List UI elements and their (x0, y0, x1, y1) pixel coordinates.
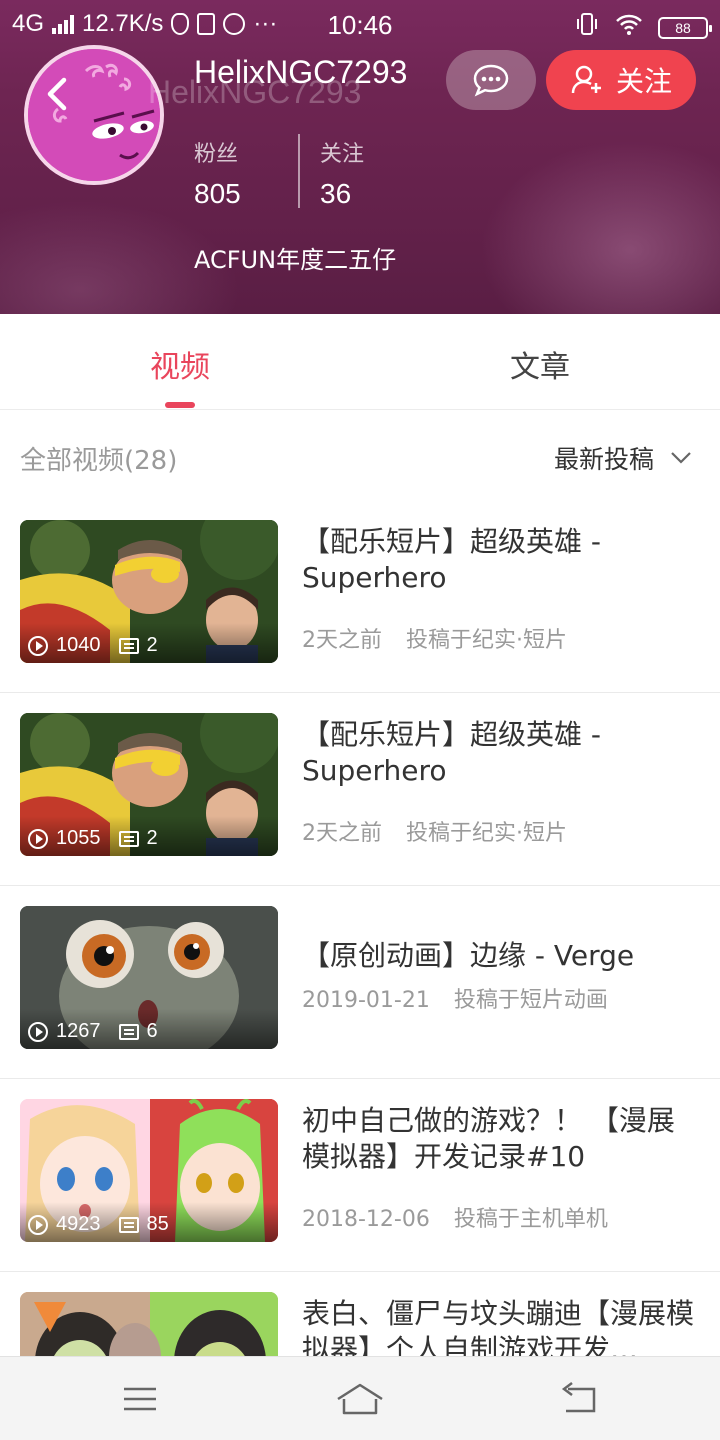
video-title[interactable]: 【原创动画】边缘 - Verge (302, 938, 702, 974)
video-time: 2天之前 (302, 821, 382, 846)
video-thumbnail[interactable]: 4923 85 (20, 1099, 278, 1242)
profile-header: 4G 12.7K/s ··· 10:46 88 HelixNGC7293 Hel… (0, 0, 720, 314)
video-item[interactable]: 1055 2 【配乐短片】超级英雄 - Superhero 2天之前 投稿于纪实·… (0, 693, 720, 886)
video-meta: 2天之前 投稿于纪实·短片 (302, 622, 567, 654)
tab-videos[interactable]: 视频 (0, 342, 360, 386)
video-thumbnail[interactable]: 1040 2 (20, 520, 278, 663)
status-right: 88 (574, 11, 712, 44)
video-time: 2天之前 (302, 628, 382, 653)
battery-indicator: 88 (658, 16, 712, 39)
tab-articles[interactable]: 文章 (360, 342, 720, 386)
add-user-icon (571, 65, 601, 94)
stat-divider (298, 134, 300, 208)
comment-count: 2 (146, 634, 158, 656)
comment-icon (118, 1023, 139, 1040)
play-icon (28, 1214, 48, 1235)
thumbnail-stats: 1040 2 (28, 634, 158, 657)
chevron-down-icon (671, 452, 691, 464)
play-count: 1267 (56, 1020, 101, 1042)
sort-label: 最新投稿 (553, 445, 654, 474)
video-title[interactable]: 初中自己做的游戏？！ 【漫展模拟器】开发记录#10 (302, 1103, 702, 1175)
back-arrow-icon (47, 77, 67, 111)
video-title[interactable]: 【配乐短片】超级英雄 - Superhero (302, 524, 702, 596)
message-button[interactable] (446, 50, 536, 110)
following-stat[interactable]: 关注 36 (320, 136, 364, 210)
thumbnail-stats: 4923 85 (28, 1213, 169, 1236)
nav-home-button[interactable] (330, 1379, 390, 1419)
fans-count: 805 (194, 178, 241, 209)
comment-icon (118, 830, 139, 847)
video-meta: 2019-01-21 投稿于短片动画 (302, 982, 608, 1014)
vibrate-icon (574, 11, 600, 44)
username: HelixNGC7293 (194, 54, 408, 90)
play-count: 1040 (56, 634, 101, 656)
follow-button[interactable]: 关注 (546, 50, 696, 110)
comment-count: 2 (146, 827, 158, 849)
nav-menu-button[interactable] (110, 1379, 170, 1419)
thumbnail-image (20, 1292, 278, 1356)
play-icon (28, 635, 48, 656)
video-count: 全部视频(28) (20, 446, 178, 476)
fans-label: 粉丝 (194, 142, 239, 167)
video-thumbnail[interactable] (20, 1292, 278, 1356)
video-category: 投稿于短片动画 (453, 988, 608, 1013)
video-item[interactable]: 表白、僵尸与坟头蹦迪【漫展模拟器】个人自制游戏开发… (0, 1272, 720, 1356)
video-list: 1040 2 【配乐短片】超级英雄 - Superhero 2天之前 投稿于纪实·… (0, 500, 720, 1356)
video-thumbnail[interactable]: 1055 2 (20, 713, 278, 856)
follow-button-label: 关注 (615, 65, 672, 98)
comment-icon (118, 1216, 139, 1233)
system-nav-bar (0, 1356, 720, 1440)
status-bar: 4G 12.7K/s ··· 10:46 88 (0, 0, 720, 50)
content-tabs: 视频 文章 (0, 314, 720, 410)
following-label: 关注 (320, 142, 365, 167)
video-time: 2019-01-21 (302, 988, 430, 1013)
video-title[interactable]: 表白、僵尸与坟头蹦迪【漫展模拟器】个人自制游戏开发… (302, 1296, 702, 1356)
return-icon (561, 1382, 596, 1413)
video-item[interactable]: 4923 85 初中自己做的游戏？！ 【漫展模拟器】开发记录#10 2018-1… (0, 1079, 720, 1272)
video-time: 2018-12-06 (302, 1207, 430, 1232)
back-button[interactable] (34, 66, 82, 122)
wifi-icon (614, 12, 644, 43)
menu-icon (124, 1387, 156, 1411)
play-icon (28, 828, 48, 849)
video-item[interactable]: 1267 6 【原创动画】边缘 - Verge 2019-01-21 投稿于短片动… (0, 886, 720, 1079)
video-category: 投稿于纪实·短片 (406, 628, 567, 653)
video-meta: 2018-12-06 投稿于主机单机 (302, 1201, 608, 1233)
video-thumbnail[interactable]: 1267 6 (20, 906, 278, 1049)
comment-count: 85 (146, 1213, 169, 1235)
play-count: 1055 (56, 827, 101, 849)
nav-back-button[interactable] (550, 1379, 610, 1419)
chat-bubble-icon (473, 64, 509, 97)
video-item[interactable]: 1040 2 【配乐短片】超级英雄 - Superhero 2天之前 投稿于纪实·… (0, 500, 720, 693)
comment-count: 6 (146, 1020, 158, 1042)
following-count: 36 (320, 178, 352, 209)
comment-icon (118, 637, 139, 654)
play-count: 4923 (56, 1213, 101, 1235)
home-icon (337, 1383, 383, 1415)
fans-stat[interactable]: 粉丝 805 (194, 136, 241, 210)
video-category: 投稿于主机单机 (453, 1207, 608, 1232)
video-title[interactable]: 【配乐短片】超级英雄 - Superhero (302, 717, 702, 789)
thumbnail-stats: 1267 6 (28, 1020, 158, 1043)
sort-dropdown[interactable]: 最新投稿 (554, 440, 692, 476)
user-bio: ACFUN年度二五仔 (194, 246, 397, 274)
video-category: 投稿于纪实·短片 (406, 821, 567, 846)
play-icon (28, 1021, 48, 1042)
active-tab-indicator (165, 402, 195, 408)
thumbnail-stats: 1055 2 (28, 827, 158, 850)
video-meta: 2天之前 投稿于纪实·短片 (302, 815, 567, 847)
video-filter-bar: 全部视频(28) 最新投稿 (0, 410, 720, 500)
